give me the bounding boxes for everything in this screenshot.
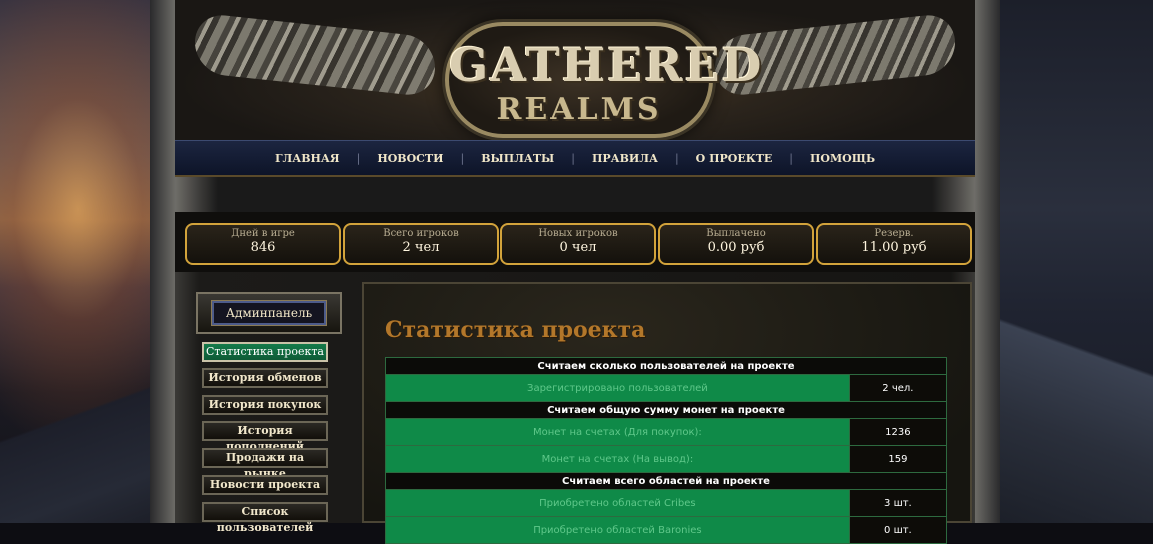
stat-label: Всего игроков [383, 228, 459, 239]
table-row: Монет на счетах (На вывод): 159 [385, 445, 948, 473]
nav-help[interactable]: ПОМОЩЬ [793, 152, 892, 165]
table-row: Приобретено областей Baronies 0 шт. [385, 516, 948, 544]
table-row: Зарегистрировано пользователей 2 чел. [385, 374, 948, 402]
table-section-header: Считаем сколько пользователей на проекте [385, 357, 947, 375]
section-title: Считаем всего областей на проекте [385, 472, 947, 490]
table-row: Монет на счетах (Для покупок): 1236 [385, 418, 948, 446]
page-title: Статистика проекта [385, 317, 646, 343]
admin-sidebar: Админпанель Статистика проекта История о… [196, 292, 342, 534]
logo-line1: GATHERED [449, 38, 764, 92]
sidebar-item-exchange-history[interactable]: История обменов [202, 368, 328, 388]
stats-bar: Дней в игре 846 Всего игроков 2 чел Новы… [175, 212, 975, 272]
table-section-header: Считаем общую сумму монет на проекте [385, 401, 947, 419]
nav-rules[interactable]: ПРАВИЛА [575, 152, 675, 165]
nav-payouts[interactable]: ВЫПЛАТЫ [464, 152, 571, 165]
stat-new-players: Новых игроков 0 чел [500, 223, 656, 265]
logo-line2: REALMS [496, 92, 662, 127]
section-title: Считаем общую сумму монет на проекте [385, 401, 947, 419]
row-label: Приобретено областей Baronies [385, 516, 850, 544]
table-row: Приобретено областей Cribes 3 шт. [385, 489, 948, 517]
row-label: Приобретено областей Cribes [385, 489, 850, 517]
sidebar-item-market-sales[interactable]: Продажи на рынке [202, 448, 328, 480]
table-section-header: Считаем всего областей на проекте [385, 472, 947, 490]
row-value: 0 шт. [848, 516, 948, 544]
sidebar-item-user-list[interactable]: Список пользователей [202, 502, 328, 534]
admin-panel-header: Админпанель [196, 292, 342, 334]
stat-reserve: Резерв. 11.00 руб [816, 223, 972, 265]
admin-panel-title[interactable]: Админпанель [211, 301, 327, 325]
nav-about[interactable]: О ПРОЕКТЕ [679, 152, 790, 165]
stat-value: 846 [250, 240, 276, 255]
row-label: Монет на счетах (На вывод): [385, 445, 850, 473]
stat-value: 0 чел [559, 240, 597, 255]
section-title: Считаем сколько пользователей на проекте [385, 357, 947, 375]
stats-table: Считаем сколько пользователей на проекте… [385, 357, 948, 544]
stat-paid-out: Выплачено 0.00 руб [658, 223, 814, 265]
sidebar-item-project-stats[interactable]: Статистика проекта [202, 342, 328, 362]
stat-days: Дней в игре 846 [185, 223, 341, 265]
row-label: Зарегистрировано пользователей [385, 374, 850, 402]
row-value: 1236 [848, 418, 948, 446]
stat-value: 11.00 руб [861, 240, 927, 255]
row-value: 159 [848, 445, 948, 473]
row-value: 2 чел. [848, 374, 948, 402]
stat-total-players: Всего игроков 2 чел [343, 223, 499, 265]
ornament-left [195, 12, 435, 98]
stat-value: 2 чел [402, 240, 440, 255]
stat-value: 0.00 руб [707, 240, 765, 255]
stat-label: Резерв. [874, 228, 914, 239]
stat-label: Выплачено [706, 228, 766, 239]
sidebar-item-purchase-history[interactable]: История покупок [202, 395, 328, 415]
row-label: Монет на счетах (Для покупок): [385, 418, 850, 446]
site-logo[interactable]: GATHERED REALMS [445, 22, 764, 138]
sidebar-item-project-news[interactable]: Новости проекта [202, 475, 328, 495]
nav-home[interactable]: ГЛАВНАЯ [258, 152, 357, 165]
row-value: 3 шт. [848, 489, 948, 517]
stat-label: Новых игроков [538, 228, 618, 239]
stat-label: Дней в игре [231, 228, 295, 239]
nav-news[interactable]: НОВОСТИ [360, 152, 460, 165]
site-header: GATHERED REALMS [175, 0, 975, 142]
sidebar-item-deposit-history[interactable]: История пополнений [202, 421, 328, 453]
main-nav: ГЛАВНАЯ | НОВОСТИ | ВЫПЛАТЫ | ПРАВИЛА | … [175, 140, 975, 177]
